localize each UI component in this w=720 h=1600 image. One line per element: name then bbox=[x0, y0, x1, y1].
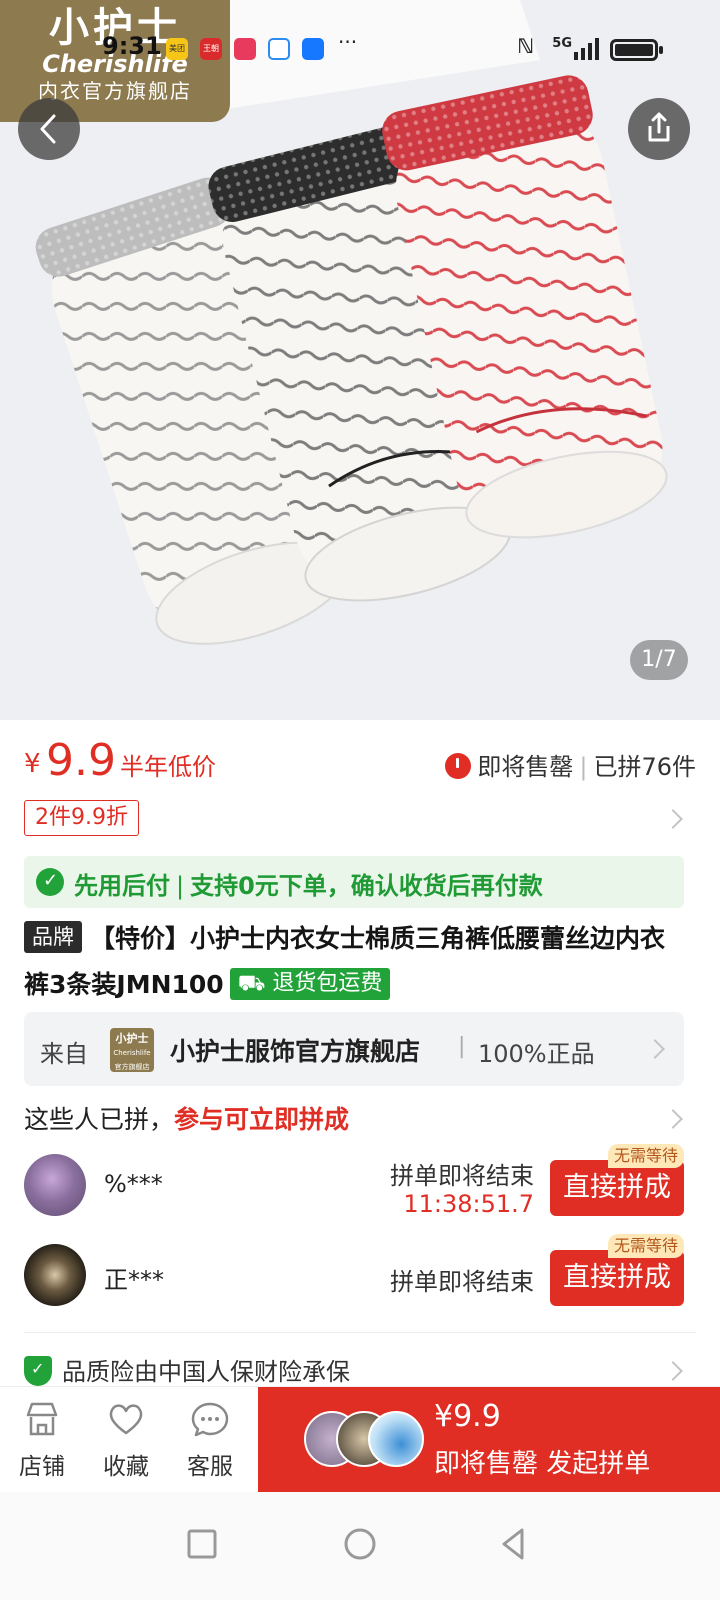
avatar bbox=[24, 1244, 86, 1306]
network-label: 5G bbox=[552, 36, 572, 51]
product-image-carousel[interactable]: 小护士 Cherishlife 内衣官方旗舰店 9:31 美团 王朝 ··· ℕ… bbox=[0, 0, 720, 720]
pay-later-icon bbox=[36, 868, 64, 896]
divider: | bbox=[579, 753, 588, 781]
status-bar: 9:31 美团 王朝 ··· ℕ 5G bbox=[0, 30, 720, 66]
status-time: 9:31 bbox=[102, 32, 162, 60]
group-countdown: 11:38:51.7 bbox=[403, 1190, 534, 1218]
group-ending-text: 拼单即将结束 bbox=[390, 1162, 534, 1190]
divider: | bbox=[458, 1034, 466, 1059]
no-wait-badge: 无需等待 bbox=[607, 1144, 684, 1168]
section-divider bbox=[24, 1332, 696, 1333]
divider: | bbox=[176, 872, 185, 900]
group-buy-item: %*** 拼单即将结束 11:38:51.7 直接拼成 无需等待 bbox=[24, 1144, 684, 1224]
pay-later-banner[interactable]: 先用后付|支持0元下单，确认收货后再付款 bbox=[24, 856, 684, 908]
shield-check-icon bbox=[24, 1356, 52, 1386]
brand-badge: 品牌 bbox=[24, 921, 82, 953]
tab-label: 收藏 bbox=[103, 1454, 149, 1480]
tab-favorite[interactable]: 收藏 bbox=[86, 1401, 166, 1481]
pay-later-detail: 支持0元下单，确认收货后再付款 bbox=[190, 872, 543, 900]
wangchao-icon: 王朝 bbox=[200, 38, 222, 60]
store-icon bbox=[26, 1402, 58, 1436]
sold-count: 已拼76件 bbox=[593, 753, 696, 781]
store-logo: 小护士 Cherishlife 官方旗舰店 bbox=[110, 1028, 154, 1072]
share-icon bbox=[648, 112, 670, 142]
love-app-icon bbox=[234, 38, 256, 60]
chevron-right-icon[interactable] bbox=[663, 809, 683, 829]
pay-later-text: 先用后付 | 支持0元下单，确认收货后再付款 bbox=[74, 866, 543, 901]
pay-later-main: 先用后付 bbox=[74, 872, 170, 900]
tab-store[interactable]: 店铺 bbox=[2, 1401, 82, 1481]
tab-label: 店铺 bbox=[19, 1454, 65, 1480]
sales-status: 即将售罄 | 已拼76件 bbox=[445, 747, 696, 782]
tab-label: 客服 bbox=[187, 1454, 233, 1480]
nfc-icon: ℕ bbox=[517, 34, 534, 58]
bottom-action-bar: 店铺 收藏 客服 ¥9.9 即将售罄 发起拼单 bbox=[0, 1386, 720, 1493]
system-navigation-bar bbox=[0, 1492, 720, 1600]
cta-price: ¥9.9 bbox=[434, 1399, 501, 1434]
bot-app-icon bbox=[302, 38, 324, 60]
free-return-badge: ⛟ 退货包运费 bbox=[229, 968, 391, 1000]
join-group-button[interactable]: 直接拼成 bbox=[550, 1250, 684, 1306]
chevron-right-icon[interactable] bbox=[663, 1361, 683, 1381]
group-buy-item: 正*** 拼单即将结束 直接拼成 无需等待 bbox=[24, 1234, 684, 1314]
store-from-label: 来自 bbox=[40, 1040, 88, 1068]
price-value: 9.9 bbox=[46, 735, 116, 786]
price-tag: 半年低价 bbox=[120, 753, 216, 781]
group-buy-heading: 这些人已拼，参与可立即拼成 bbox=[24, 1105, 350, 1134]
avatar bbox=[368, 1411, 424, 1467]
group-user-name: 正*** bbox=[104, 1266, 164, 1294]
meituan-icon: 美团 bbox=[166, 38, 188, 60]
battery-icon bbox=[610, 39, 663, 61]
cta-label: 即将售罄 发起拼单 bbox=[434, 1449, 651, 1479]
selling-out-text: 即将售罄 bbox=[477, 753, 574, 781]
group-ending-text: 拼单即将结束 bbox=[390, 1268, 534, 1296]
chat-app-icon bbox=[268, 38, 290, 60]
product-title-block: 品牌 【特价】小护士内衣女士棉质三角裤低腰蕾丝边内衣裤3条装JMN100 ⛟ 退货包… bbox=[24, 916, 688, 1008]
chevron-right-icon bbox=[645, 1039, 665, 1059]
chevron-left-icon bbox=[40, 114, 56, 144]
chat-icon bbox=[191, 1402, 229, 1437]
back-nav-button[interactable] bbox=[484, 1514, 544, 1574]
join-group-button[interactable]: 直接拼成 bbox=[550, 1160, 684, 1216]
price-row: ¥ 9.9 半年低价 即将售罄 | 已拼76件 bbox=[24, 735, 696, 791]
signal-icon bbox=[574, 38, 599, 60]
share-button[interactable] bbox=[628, 98, 690, 160]
recent-apps-button[interactable] bbox=[172, 1514, 232, 1574]
back-button[interactable] bbox=[18, 98, 80, 160]
heart-icon bbox=[109, 1404, 143, 1435]
store-name: 小护士服饰官方旗舰店 bbox=[170, 1037, 421, 1066]
no-wait-badge: 无需等待 bbox=[607, 1234, 684, 1258]
truck-icon: ⛟ bbox=[237, 971, 273, 996]
group-user-name: %*** bbox=[104, 1170, 163, 1198]
currency-symbol: ¥ bbox=[24, 749, 41, 779]
insurance-row[interactable]: 品质险由中国人保财险承保 bbox=[24, 1352, 350, 1387]
home-button[interactable] bbox=[330, 1514, 390, 1574]
chevron-right-icon[interactable] bbox=[663, 1109, 683, 1129]
start-group-buy-button[interactable]: ¥9.9 即将售罄 发起拼单 bbox=[258, 1387, 720, 1493]
discount-badge[interactable]: 2件9.9折 bbox=[24, 800, 139, 836]
insurance-text: 品质险由中国人保财险承保 bbox=[62, 1358, 350, 1386]
alarm-clock-icon bbox=[445, 753, 472, 779]
more-notifications-icon: ··· bbox=[338, 30, 358, 54]
image-counter: 1/7 bbox=[630, 640, 688, 680]
tab-customer-service[interactable]: 客服 bbox=[170, 1401, 250, 1481]
group-buy-highlight: 参与可立即拼成 bbox=[174, 1105, 350, 1134]
store-row[interactable]: 来自 小护士 Cherishlife 官方旗舰店 小护士服饰官方旗舰店 | 10… bbox=[24, 1012, 684, 1086]
avatar bbox=[24, 1154, 86, 1216]
genuine-guarantee: 100%正品 bbox=[478, 1040, 595, 1068]
